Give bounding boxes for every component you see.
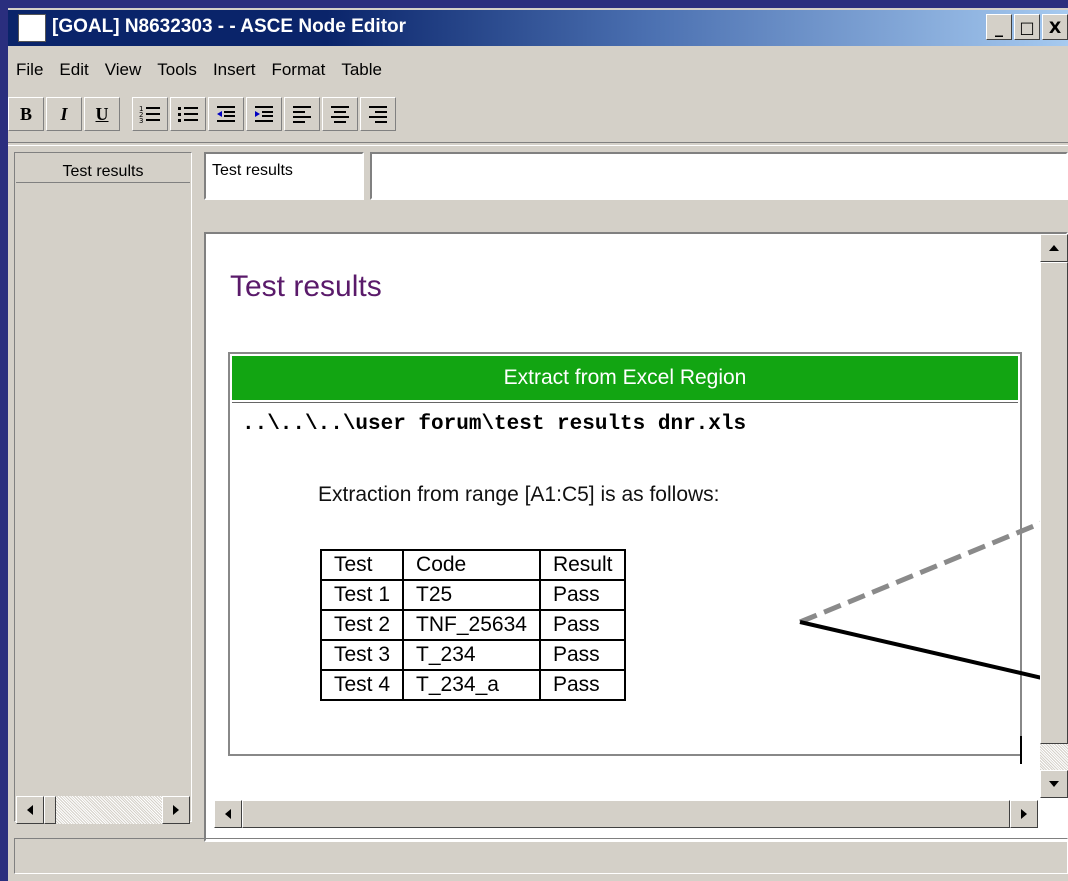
scroll-down-button[interactable]: [1040, 770, 1068, 798]
arrow-down-icon: [1049, 781, 1059, 787]
status-bar: [14, 838, 1068, 874]
callout-dashed-line: [799, 509, 1068, 625]
doc-scroll-right-button[interactable]: [1010, 800, 1038, 828]
doc-scroll-thumb[interactable]: [242, 800, 1010, 828]
vertical-scroll-thumb[interactable]: [1040, 262, 1068, 744]
arrow-right-icon: [1021, 809, 1027, 819]
scroll-up-button[interactable]: [1040, 234, 1068, 262]
arrow-left-icon: [225, 809, 231, 819]
callout-lines: [799, 509, 1068, 686]
doc-scroll-left-button[interactable]: [214, 800, 242, 828]
callout-solid-line: [799, 620, 1068, 686]
arrow-up-icon: [1049, 245, 1059, 251]
